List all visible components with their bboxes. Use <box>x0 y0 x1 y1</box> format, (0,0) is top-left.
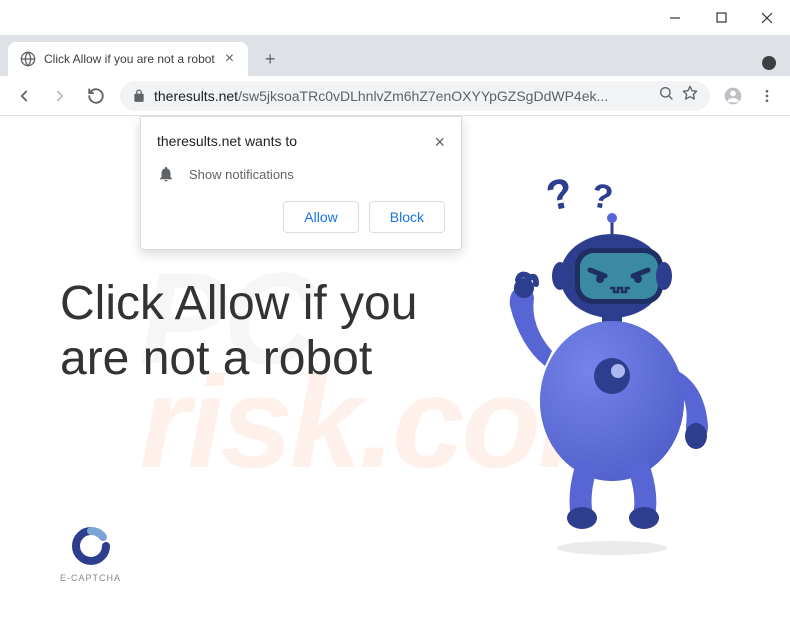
notification-origin: theresults.net wants to <box>157 133 297 149</box>
browser-tab[interactable]: Click Allow if you are not a robot × <box>8 42 248 76</box>
tab-close-button[interactable]: × <box>223 50 236 68</box>
new-tab-button[interactable]: + <box>256 45 284 73</box>
allow-button[interactable]: Allow <box>283 201 358 233</box>
tabbar-indicator <box>762 56 776 70</box>
svg-text:?: ? <box>589 176 616 217</box>
captcha-badge: E-CAPTCHA <box>60 525 121 583</box>
svg-text:?: ? <box>542 176 577 220</box>
profile-button[interactable] <box>718 81 748 111</box>
captcha-label: E-CAPTCHA <box>60 573 121 583</box>
tab-title: Click Allow if you are not a robot <box>44 52 215 66</box>
forward-button[interactable] <box>44 80 76 112</box>
tab-bar: Click Allow if you are not a robot × + <box>0 36 790 76</box>
back-button[interactable] <box>8 80 40 112</box>
reload-button[interactable] <box>80 80 112 112</box>
browser-toolbar: theresults.net/sw5jksoaTRc0vDLhnlvZm6hZ7… <box>0 76 790 116</box>
notification-permission-text: Show notifications <box>189 167 294 182</box>
robot-illustration: ? ? <box>490 176 730 556</box>
maximize-button[interactable] <box>698 0 744 36</box>
window-titlebar <box>0 0 790 36</box>
block-button[interactable]: Block <box>369 201 445 233</box>
notification-prompt: theresults.net wants to × Show notificat… <box>140 116 462 250</box>
star-icon[interactable] <box>682 85 698 106</box>
search-icon[interactable] <box>658 85 674 106</box>
captcha-icon <box>70 525 112 567</box>
address-bar[interactable]: theresults.net/sw5jksoaTRc0vDLhnlvZm6hZ7… <box>120 81 710 111</box>
bell-icon <box>157 165 175 183</box>
notification-close-button[interactable]: × <box>434 133 445 151</box>
url-text: theresults.net/sw5jksoaTRc0vDLhnlvZm6hZ7… <box>154 88 650 104</box>
page-content: PC risk.com Click Allow if you are not a… <box>0 116 790 623</box>
close-window-button[interactable] <box>744 0 790 36</box>
globe-icon <box>20 51 36 67</box>
menu-button[interactable] <box>752 81 782 111</box>
lock-icon <box>132 89 146 103</box>
page-heading: Click Allow if you are not a robot <box>60 276 450 386</box>
minimize-button[interactable] <box>652 0 698 36</box>
